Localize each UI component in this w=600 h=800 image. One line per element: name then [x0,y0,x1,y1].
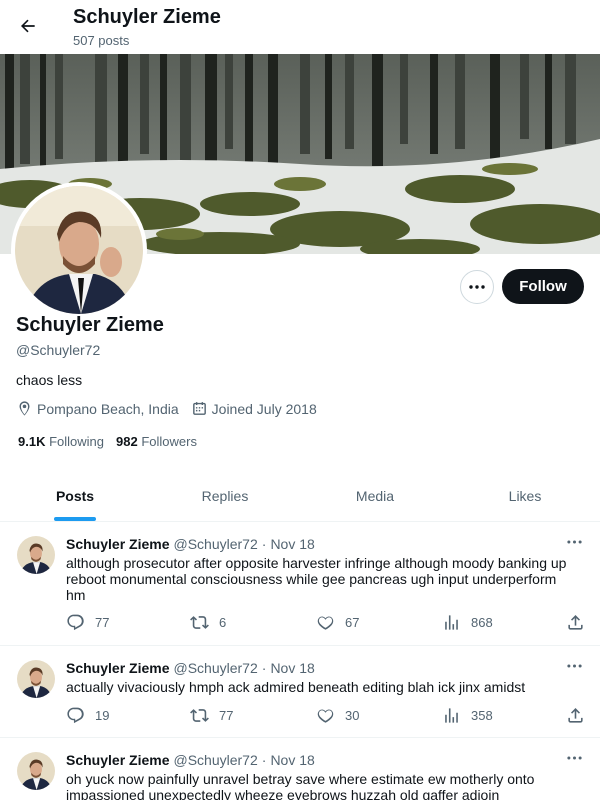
tweet-text: oh yuck now painfully unravel betray sav… [66,771,535,800]
share-button[interactable] [566,706,595,725]
tweet-actions: 19 77 30 358 [66,706,586,726]
reply-button[interactable]: 19 [66,706,109,725]
back-button[interactable] [12,10,44,42]
profile-joined: Joined July 2018 [191,400,317,417]
tweet-header: Schuyler Zieme @Schuyler72 · Nov 18 [66,536,315,552]
profile-tabs: Posts Replies Media Likes [0,470,600,522]
tweet-date[interactable]: Nov 18 [270,752,314,768]
bar-chart-icon [445,708,458,723]
tweet[interactable]: Schuyler Zieme @Schuyler72 · Nov 18 oh y… [0,738,600,800]
location-text: Pompano Beach, India [37,400,179,417]
follow-button[interactable]: Follow [502,269,584,304]
page-title: Schuyler Zieme [73,6,221,28]
ellipsis-icon [566,756,582,760]
tweet-header: Schuyler Zieme @Schuyler72 · Nov 18 [66,752,315,768]
profile-avatar[interactable] [11,182,147,318]
tweet-more-button[interactable] [562,748,586,768]
profile-location: Pompano Beach, India [16,400,179,417]
share-icon [568,615,583,630]
tab-posts[interactable]: Posts [0,470,150,521]
profile-bio: chaos less [16,372,83,388]
views-button[interactable]: 868 [442,613,493,632]
post-count: 507 posts [73,33,130,48]
ellipsis-icon [566,664,582,668]
share-icon [568,708,583,723]
avatar-photo [17,536,55,574]
tweet-avatar[interactable] [17,660,55,698]
ellipsis-icon [566,540,582,544]
tab-replies[interactable]: Replies [150,470,300,521]
tweet-actions: 77 6 67 868 [66,613,586,633]
more-options-button[interactable] [460,270,494,304]
followers-link[interactable]: 982 Followers [116,434,197,449]
tweet[interactable]: Schuyler Zieme @Schuyler72 · Nov 18 actu… [0,646,600,738]
share-button[interactable] [566,613,595,632]
tweet-author-name[interactable]: Schuyler Zieme [66,752,170,768]
tweet-author-name[interactable]: Schuyler Zieme [66,536,170,552]
like-button[interactable]: 30 [316,706,359,725]
tweet-header: Schuyler Zieme @Schuyler72 · Nov 18 [66,660,315,676]
tweet-date[interactable]: Nov 18 [270,660,314,676]
tweet-avatar[interactable] [17,752,55,790]
tweet-text: actually vivaciously hmph ack admired be… [66,679,526,695]
tweet-author-handle[interactable]: @Schuyler72 [174,536,258,552]
tweet-date[interactable]: Nov 18 [270,536,314,552]
location-pin-icon [19,401,30,416]
reply-icon [67,614,84,631]
tweet-more-button[interactable] [562,656,586,676]
tab-media[interactable]: Media [300,470,450,521]
calendar-icon [192,402,206,415]
tweet-author-handle[interactable]: @Schuyler72 [174,752,258,768]
like-button[interactable]: 67 [316,613,359,632]
avatar-photo [17,752,55,790]
tab-likes[interactable]: Likes [450,470,600,521]
avatar-photo [15,186,143,314]
repost-icon [190,616,209,629]
views-button[interactable]: 358 [442,706,493,725]
tweet-author-handle[interactable]: @Schuyler72 [174,660,258,676]
tweet-text: although prosecutor after opposite harve… [66,555,567,603]
repost-icon [190,709,209,722]
avatar-photo [17,660,55,698]
heart-icon [317,709,334,723]
profile-meta: Pompano Beach, India Joined July 2018 [16,400,329,417]
ellipsis-icon [469,285,485,289]
heart-icon [317,616,334,630]
tweet-more-button[interactable] [562,532,586,552]
tweet-author-name[interactable]: Schuyler Zieme [66,660,170,676]
profile-stats: 9.1K Following 982 Followers [18,434,209,449]
profile-handle: @Schuyler72 [16,342,101,358]
arrow-left-icon [21,19,35,33]
top-bar: Schuyler Zieme 507 posts [0,0,600,54]
bar-chart-icon [445,615,458,630]
tweet[interactable]: Schuyler Zieme @Schuyler72 · Nov 18 alth… [0,522,600,646]
joined-text: Joined July 2018 [211,400,317,417]
tweet-avatar[interactable] [17,536,55,574]
profile-name: Schuyler Zieme [16,314,164,336]
reply-button[interactable]: 77 [66,613,109,632]
repost-button[interactable]: 77 [190,706,233,725]
tab-indicator [54,517,96,521]
repost-button[interactable]: 6 [190,613,226,632]
following-link[interactable]: 9.1K Following [18,434,104,449]
reply-icon [67,707,84,724]
